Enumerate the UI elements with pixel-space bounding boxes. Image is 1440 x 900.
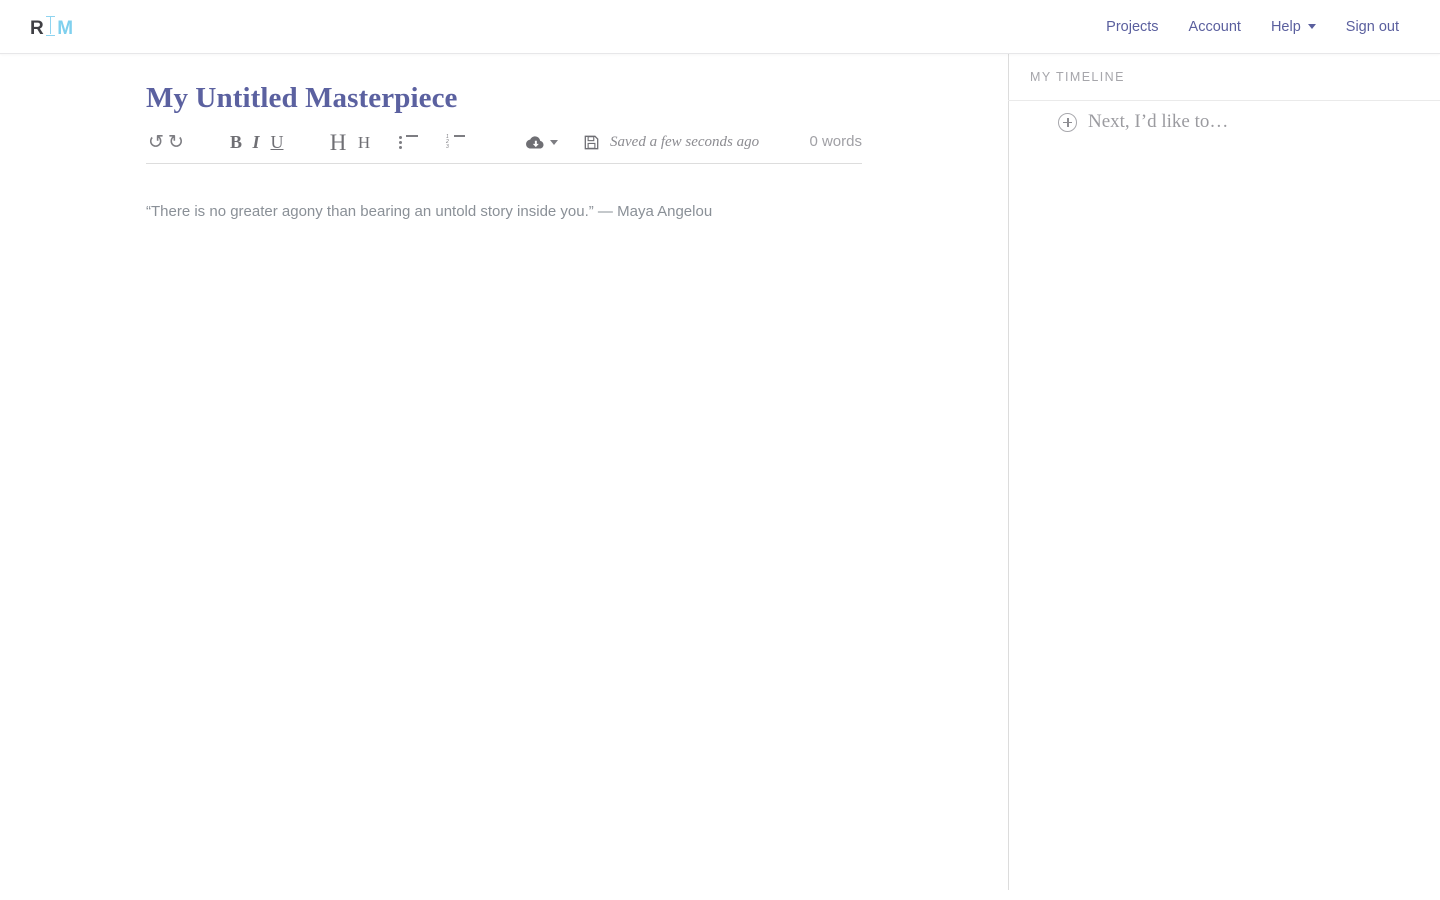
nav-item-sign-out-label: Sign out bbox=[1345, 18, 1399, 35]
nav-item-projects[interactable]: Projects bbox=[1091, 11, 1173, 43]
ordered-list-icon: 1 2 3 bbox=[446, 135, 465, 150]
heading-2-button[interactable]: H bbox=[355, 131, 373, 155]
editor-pane: My Untitled Masterpiece ↺ ↻ B I U H H 1 … bbox=[0, 54, 1008, 900]
timeline-add-item[interactable]: Next, I’d like to… bbox=[1058, 111, 1228, 133]
redo-icon[interactable]: ↻ bbox=[166, 131, 186, 155]
logo-letter-m: M bbox=[57, 17, 74, 39]
timeline-sidebar: My Timeline Next, I’d like to… bbox=[1008, 54, 1440, 900]
timeline-title: My Timeline bbox=[1030, 70, 1125, 84]
save-status-text: Saved a few seconds ago bbox=[610, 134, 760, 150]
heading-1-button[interactable]: H bbox=[327, 130, 349, 155]
document-title[interactable]: My Untitled Masterpiece bbox=[146, 82, 458, 115]
cloud-download-icon bbox=[526, 136, 544, 149]
timeline-add-label: Next, I’d like to… bbox=[1088, 111, 1229, 132]
plus-circle-icon bbox=[1058, 112, 1077, 132]
nav-item-help[interactable]: Help bbox=[1256, 11, 1331, 43]
italic-button[interactable]: I bbox=[250, 131, 262, 155]
bullet-list-button[interactable] bbox=[399, 131, 418, 155]
floppy-save-icon bbox=[584, 135, 599, 150]
unordered-list-icon bbox=[399, 135, 418, 150]
nav-item-sign-out[interactable]: Sign out bbox=[1331, 11, 1414, 43]
nav-item-account[interactable]: Account bbox=[1174, 11, 1256, 43]
logo-letter-r: R bbox=[30, 17, 45, 39]
timeline-header: My Timeline bbox=[1008, 54, 1440, 101]
main-nav: Projects Account Help Sign out bbox=[1091, 11, 1414, 43]
word-count: 0 words bbox=[809, 133, 862, 150]
export-download-button[interactable] bbox=[525, 131, 558, 155]
nav-item-help-label: Help bbox=[1270, 18, 1301, 35]
underline-button[interactable]: U bbox=[269, 131, 285, 155]
bold-button[interactable]: B bbox=[228, 131, 244, 155]
numbered-list-button[interactable]: 1 2 3 bbox=[446, 131, 465, 155]
nav-item-projects-label: Projects bbox=[1106, 18, 1159, 35]
app-logo[interactable]: R M bbox=[30, 15, 74, 39]
chevron-down-icon bbox=[1307, 24, 1316, 29]
nav-item-account-label: Account bbox=[1188, 18, 1241, 35]
top-navigation-bar: R M Projects Account Help Sign out bbox=[0, 0, 1440, 54]
chevron-down-icon bbox=[550, 140, 558, 145]
undo-icon[interactable]: ↺ bbox=[146, 131, 166, 155]
document-body[interactable]: “There is no greater agony than bearing … bbox=[146, 200, 862, 223]
editor-toolbar: ↺ ↻ B I U H H 1 2 3 Saved a few seconds … bbox=[146, 122, 862, 164]
text-cursor-icon bbox=[45, 15, 56, 36]
save-button[interactable] bbox=[584, 131, 599, 155]
